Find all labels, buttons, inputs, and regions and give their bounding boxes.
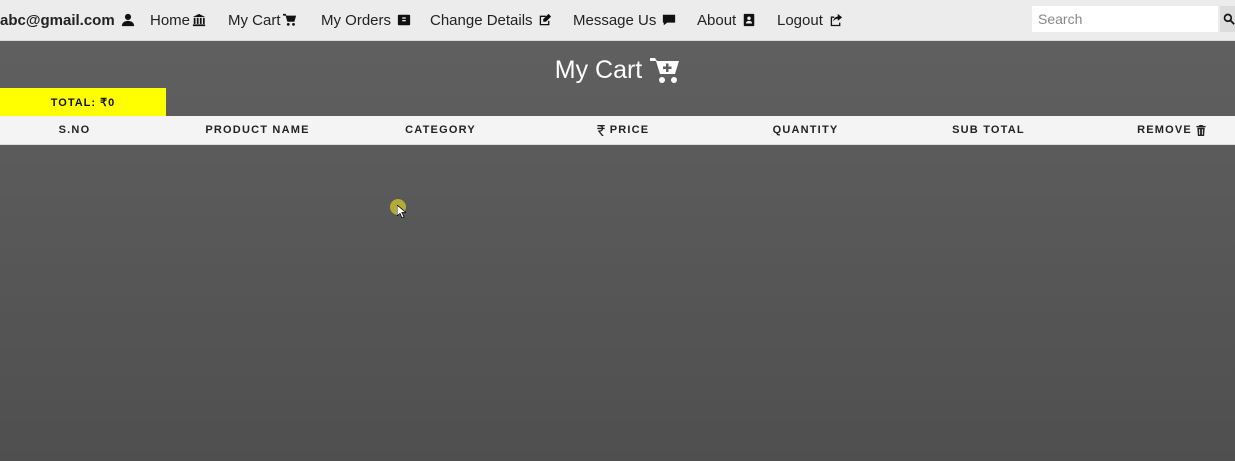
- column-header-sno: S.NO: [0, 116, 166, 144]
- top-navbar: abc@gmail.com Home My Cart My Orders Cha…: [0, 0, 1235, 41]
- column-header-product-name-label: PRODUCT NAME: [205, 124, 310, 136]
- trash-icon: [1196, 124, 1206, 136]
- page-title: My Cart: [0, 56, 1235, 85]
- mouse-cursor: [390, 199, 406, 218]
- comment-icon: [663, 14, 676, 26]
- rupee-icon: [597, 124, 605, 136]
- nav-about-label: About: [697, 11, 737, 29]
- nav-my-orders[interactable]: My Orders: [321, 0, 411, 40]
- user-email: abc@gmail.com: [0, 11, 115, 29]
- cart-plus-icon: [650, 57, 680, 83]
- column-header-price-label: PRICE: [609, 124, 650, 136]
- column-header-quantity: QUANTITY: [714, 116, 897, 144]
- nav-about[interactable]: About: [697, 0, 756, 40]
- search-icon: [1223, 13, 1235, 25]
- cart-icon: [282, 13, 296, 26]
- nav-message-us[interactable]: Message Us: [573, 0, 676, 40]
- search-input[interactable]: [1032, 6, 1218, 32]
- column-header-sub-total: SUB TOTAL: [897, 116, 1080, 144]
- edit-icon: [539, 13, 551, 26]
- column-header-remove: REMOVE: [1080, 116, 1235, 144]
- nav-my-orders-label: My Orders: [321, 11, 392, 29]
- column-header-remove-label: REMOVE: [1137, 124, 1192, 136]
- nav-logout-label: Logout: [777, 11, 823, 29]
- nav-home[interactable]: Home: [150, 0, 206, 40]
- column-header-category: CATEGORY: [349, 116, 532, 144]
- nav-home-label: Home: [150, 11, 191, 29]
- user-icon: [121, 13, 134, 27]
- column-header-sno-label: S.NO: [58, 124, 91, 136]
- pointer-icon: [397, 205, 406, 218]
- orders-icon: [397, 14, 411, 26]
- column-header-quantity-label: QUANTITY: [772, 124, 839, 136]
- column-header-category-label: CATEGORY: [405, 124, 476, 136]
- address-book-icon: [743, 13, 755, 27]
- search-button[interactable]: [1220, 6, 1235, 32]
- nav-message-us-label: Message Us: [573, 11, 657, 29]
- cart-total-text: TOTAL: ₹0: [50, 96, 116, 109]
- nav-my-cart-label: My Cart: [228, 11, 281, 29]
- share-icon: [830, 13, 843, 27]
- page-title-text: My Cart: [554, 56, 643, 84]
- column-header-price: PRICE: [531, 116, 714, 144]
- nav-logout[interactable]: Logout: [777, 0, 843, 40]
- user-account-link[interactable]: abc@gmail.com: [0, 0, 135, 40]
- column-header-sub-total-label: SUB TOTAL: [952, 124, 1025, 136]
- cart-table-header: S.NO PRODUCT NAME CATEGORY PRICE QUANTIT…: [0, 116, 1235, 145]
- column-header-product-name: PRODUCT NAME: [166, 116, 349, 144]
- bank-icon: [192, 13, 206, 27]
- cart-total-badge: TOTAL: ₹0: [0, 88, 166, 116]
- nav-my-cart[interactable]: My Cart: [228, 0, 297, 40]
- nav-change-details-label: Change Details: [430, 11, 533, 29]
- nav-change-details[interactable]: Change Details: [430, 0, 552, 40]
